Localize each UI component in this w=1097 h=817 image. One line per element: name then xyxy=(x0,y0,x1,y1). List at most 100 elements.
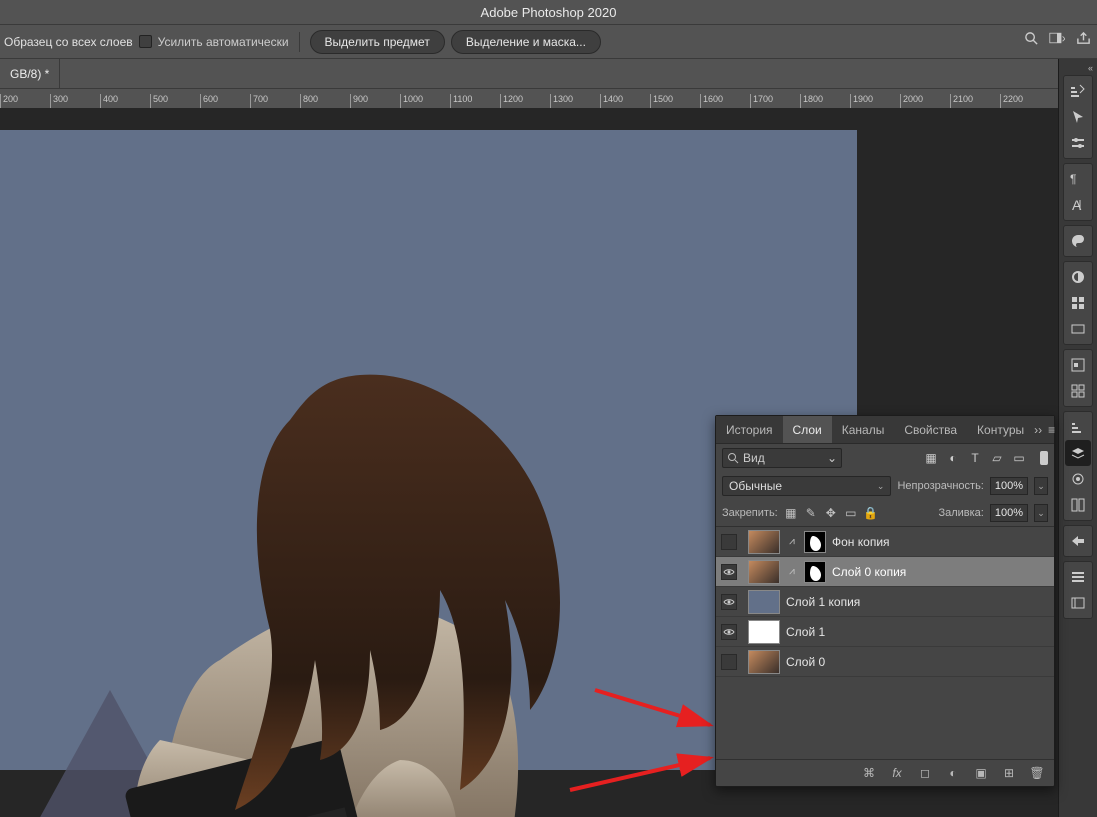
layer-name[interactable]: Слой 0 xyxy=(786,655,825,669)
layer-mask-thumbnail[interactable] xyxy=(804,531,826,553)
layer-filter-kind-label: Вид xyxy=(743,451,827,465)
layer-row[interactable]: ⩘ Фон копия xyxy=(716,527,1054,557)
brush-presets-icon[interactable] xyxy=(1065,78,1091,104)
new-layer-icon[interactable]: ⊞ xyxy=(1002,766,1016,780)
layer-row[interactable]: Слой 1 копия xyxy=(716,587,1054,617)
workspace-switcher-icon[interactable] xyxy=(1049,30,1065,46)
patterns-icon[interactable] xyxy=(1065,316,1091,342)
opacity-value[interactable]: 100% xyxy=(990,477,1028,495)
color-icon[interactable] xyxy=(1065,228,1091,254)
layer-thumbnail[interactable] xyxy=(748,530,780,554)
layer-filter-kind-select[interactable]: Вид ⌄ xyxy=(722,448,842,468)
layer-row[interactable]: ⩘ Слой 0 копия xyxy=(716,557,1054,587)
tab-channels[interactable]: Каналы xyxy=(832,416,895,443)
visibility-toggle[interactable] xyxy=(716,594,742,610)
layer-thumbnail[interactable] xyxy=(748,650,780,674)
group-icon[interactable]: ▣ xyxy=(974,766,988,780)
document-tab[interactable]: GB/8) * xyxy=(0,59,60,88)
actions-icon[interactable] xyxy=(1065,528,1091,554)
select-and-mask-button[interactable]: Выделение и маска... xyxy=(451,30,601,54)
fill-value[interactable]: 100% xyxy=(990,504,1028,522)
visibility-toggle[interactable] xyxy=(716,534,742,550)
dock-group xyxy=(1063,75,1093,159)
panel-expand-icon[interactable]: ›› xyxy=(1034,423,1042,437)
ruler-tick: 300 xyxy=(50,94,100,108)
add-mask-icon[interactable]: ◻ xyxy=(918,766,932,780)
paragraph-icon[interactable]: ¶ xyxy=(1065,166,1091,192)
filter-image-icon[interactable]: ▦ xyxy=(924,451,938,465)
layer-mask-thumbnail[interactable] xyxy=(804,561,826,583)
filter-type-icon[interactable]: T xyxy=(968,451,982,465)
tab-paths[interactable]: Контуры xyxy=(967,416,1034,443)
link-layers-icon[interactable]: ⌘ xyxy=(862,766,876,780)
trash-icon[interactable]: 🗑 xyxy=(1030,766,1044,780)
ruler-tick: 1600 xyxy=(700,94,750,108)
swatches-icon[interactable] xyxy=(1065,264,1091,290)
lock-artboard-icon[interactable]: ▭ xyxy=(844,506,858,520)
brush-settings-icon[interactable] xyxy=(1065,130,1091,156)
panel-menu-icon[interactable]: ≡ xyxy=(1048,423,1055,437)
blend-mode-label: Обычные xyxy=(729,479,782,493)
ruler-tick: 700 xyxy=(250,94,300,108)
share-icon[interactable] xyxy=(1075,30,1091,46)
ruler-tick: 1200 xyxy=(500,94,550,108)
tab-properties[interactable]: Свойства xyxy=(894,416,967,443)
filter-toggle[interactable] xyxy=(1040,451,1048,465)
visibility-toggle[interactable] xyxy=(716,624,742,640)
lock-position-icon[interactable]: ✥ xyxy=(824,506,838,520)
layer-thumbnail[interactable] xyxy=(748,560,780,584)
layer-thumbnail[interactable] xyxy=(748,590,780,614)
enhance-checkbox[interactable] xyxy=(139,35,152,48)
lock-all-icon[interactable]: 🔒 xyxy=(864,506,878,520)
filter-smart-icon[interactable]: ▭ xyxy=(1012,451,1026,465)
ruler-tick: 1100 xyxy=(450,94,500,108)
layer-thumbnail[interactable] xyxy=(748,620,780,644)
lock-pixels-icon[interactable]: ▦ xyxy=(784,506,798,520)
ruler-horizontal[interactable]: 2003004005006007008009001000110012001300… xyxy=(0,88,1097,108)
adjustment-layer-icon[interactable]: ◐ xyxy=(946,766,960,780)
sample-all-label: Образец со всех слоев xyxy=(4,35,133,49)
mask-link-icon[interactable]: ⩘ xyxy=(786,536,798,547)
right-dock: « ¶A xyxy=(1058,59,1097,817)
ruler-tick: 200 xyxy=(0,94,50,108)
libraries-icon[interactable] xyxy=(1065,466,1091,492)
layers-icon[interactable] xyxy=(1065,440,1091,466)
styles-icon[interactable] xyxy=(1065,378,1091,404)
select-subject-button[interactable]: Выделить предмет xyxy=(310,30,445,54)
opacity-dropdown[interactable]: ⌄ xyxy=(1034,477,1048,495)
visibility-toggle[interactable] xyxy=(716,654,742,670)
adjustments-icon[interactable] xyxy=(1065,414,1091,440)
annotation-arrow-2 xyxy=(565,750,720,795)
ruler-tick: 600 xyxy=(200,94,250,108)
chevron-down-icon: ⌄ xyxy=(827,451,837,465)
mask-link-icon[interactable]: ⩘ xyxy=(786,566,798,577)
layer-name[interactable]: Слой 0 копия xyxy=(832,565,906,579)
layer-name[interactable]: Слой 1 xyxy=(786,625,825,639)
document-tab-label: GB/8) * xyxy=(10,67,49,81)
visibility-toggle[interactable] xyxy=(716,564,742,580)
blend-opacity-row: Обычные ⌄ Непрозрачность: 100% ⌄ xyxy=(716,472,1054,500)
fill-dropdown[interactable]: ⌄ xyxy=(1034,504,1048,522)
search-icon[interactable] xyxy=(1023,30,1039,46)
layer-name[interactable]: Слой 1 копия xyxy=(786,595,860,609)
fx-icon[interactable]: fx xyxy=(890,766,904,780)
gradients-icon[interactable] xyxy=(1065,290,1091,316)
tool-presets-icon[interactable] xyxy=(1065,104,1091,130)
info-icon[interactable] xyxy=(1065,564,1091,590)
collapse-icon[interactable]: « xyxy=(1059,63,1097,73)
lock-brush-icon[interactable]: ✎ xyxy=(804,506,818,520)
layer-name[interactable]: Фон копия xyxy=(832,535,890,549)
tab-history[interactable]: История xyxy=(716,416,783,443)
navigator-icon[interactable] xyxy=(1065,352,1091,378)
filter-shape-icon[interactable]: ▱ xyxy=(990,451,1004,465)
layer-row[interactable]: Слой 0 xyxy=(716,647,1054,677)
character-icon[interactable]: A xyxy=(1065,192,1091,218)
filter-adjust-icon[interactable]: ◐ xyxy=(946,451,960,465)
learn-icon[interactable] xyxy=(1065,492,1091,518)
ruler-tick: 2200 xyxy=(1000,94,1050,108)
layer-row[interactable]: Слой 1 xyxy=(716,617,1054,647)
blend-mode-select[interactable]: Обычные ⌄ xyxy=(722,476,891,496)
layers-list[interactable]: ⩘ Фон копия ⩘ Слой 0 копия Слой 1 копия Слой … xyxy=(716,526,1054,760)
histogram-icon[interactable] xyxy=(1065,590,1091,616)
tab-layers[interactable]: Слои xyxy=(783,416,832,443)
